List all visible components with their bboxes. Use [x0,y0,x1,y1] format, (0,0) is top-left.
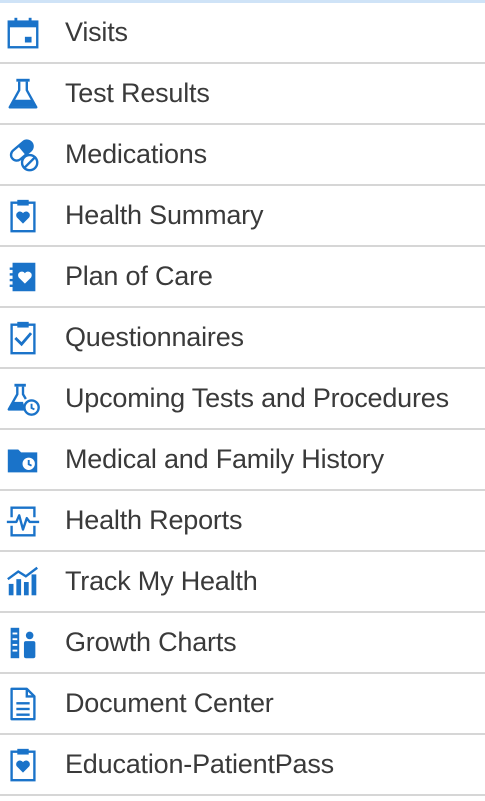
menu-item-document-center[interactable]: Document Center [0,674,485,735]
menu-item-label: Medications [65,139,207,169]
clipboard-check-icon [3,318,43,358]
menu-item-plan-of-care[interactable]: Plan of Care [0,247,485,308]
folder-clock-icon [3,440,43,480]
calendar-icon [3,13,43,53]
flask-clock-icon [3,379,43,419]
document-icon [3,684,43,724]
menu-item-label: Test Results [65,78,210,108]
menu-item-health-reports[interactable]: Health Reports [0,491,485,552]
menu-item-label: Plan of Care [65,261,213,291]
menu-item-test-results[interactable]: Test Results [0,64,485,125]
menu-item-label: Education-PatientPass [65,749,334,779]
menu-item-health-summary[interactable]: Health Summary [0,186,485,247]
menu-item-education-patientpass[interactable]: Education-PatientPass [0,735,485,796]
menu-item-medications[interactable]: Medications [0,125,485,186]
bar-chart-icon [3,562,43,602]
menu-item-label: Growth Charts [65,627,237,657]
menu-item-medical-family-history[interactable]: Medical and Family History [0,430,485,491]
growth-chart-icon [3,623,43,663]
menu-item-label: Medical and Family History [65,444,384,474]
clipboard-heart-icon [3,196,43,236]
menu-item-label: Health Reports [65,505,243,535]
heartbeat-icon [3,501,43,541]
menu-item-upcoming-tests[interactable]: Upcoming Tests and Procedures [0,369,485,430]
menu-item-label: Health Summary [65,200,264,230]
clipboard-heart-icon [3,745,43,785]
menu-item-track-my-health[interactable]: Track My Health [0,552,485,613]
menu-item-label: Track My Health [65,566,258,596]
pills-icon [3,135,43,175]
menu-item-label: Questionnaires [65,322,244,352]
patient-menu: Visits Test Results Medications Health S… [0,0,485,801]
notebook-heart-icon [3,257,43,297]
menu-item-visits[interactable]: Visits [0,3,485,64]
menu-item-growth-charts[interactable]: Growth Charts [0,613,485,674]
menu-item-label: Visits [65,17,128,47]
menu-item-questionnaires[interactable]: Questionnaires [0,308,485,369]
menu-item-label: Document Center [65,688,274,718]
flask-icon [3,74,43,114]
menu-item-label: Upcoming Tests and Procedures [65,383,449,413]
